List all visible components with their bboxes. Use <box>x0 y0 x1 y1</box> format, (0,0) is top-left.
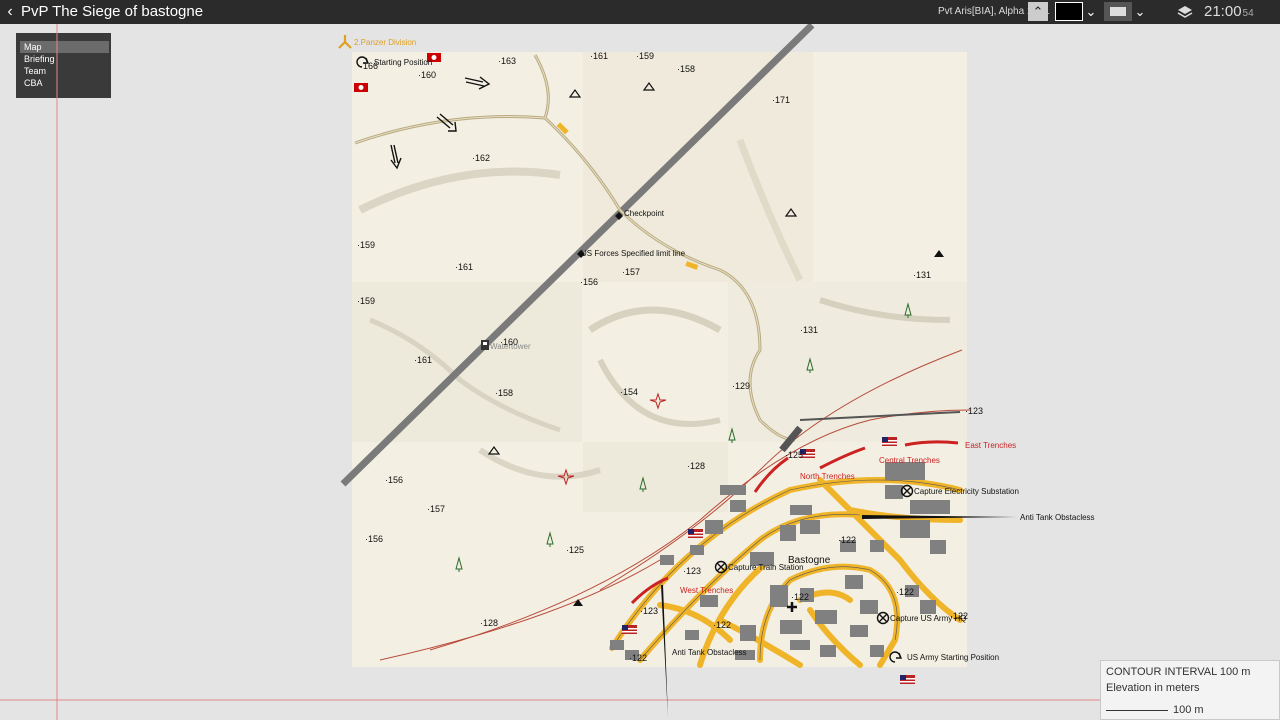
elevation-label: ·123 <box>640 606 658 616</box>
mission-title: PvP The Siege of bastogne <box>21 3 204 20</box>
elevation-label: ·159 <box>636 51 654 61</box>
elevation-label: ·122 <box>896 587 914 597</box>
elevation-label: ·122 <box>791 592 809 602</box>
elevation-label: ·125 <box>785 450 803 460</box>
elevation-label: ·157 <box>427 504 445 514</box>
elevation-label: ·131 <box>800 325 818 335</box>
elevation-label: ·161 <box>414 355 432 365</box>
us-flag-icon <box>882 437 897 446</box>
elevation-label: ·154 <box>620 387 638 397</box>
elevation-label: ·128 <box>687 461 705 471</box>
marker-west-trenches: West Trenches <box>680 586 733 595</box>
elevation-label: ·166 <box>360 61 378 71</box>
scale-label: 100 m <box>1173 704 1204 716</box>
elevation-label: ·162 <box>472 153 490 163</box>
chevron-up-icon: ⌃ <box>1032 4 1044 19</box>
map-legend: CONTOUR INTERVAL 100 m Elevation in mete… <box>1100 660 1280 720</box>
us-flag-icon <box>900 675 915 684</box>
marker-starting-position: Starting Position <box>374 58 432 67</box>
elevation-label: ·123 <box>965 406 983 416</box>
map-canvas[interactable]: 2.Panzer Division Starting Position Chec… <box>0 24 1280 720</box>
marker-anti-tank-south: Anti Tank Obstacless <box>672 648 747 657</box>
elevation-label: ·163 <box>498 56 516 66</box>
chevron-left-icon: ‹ <box>7 3 13 20</box>
german-flag-icon <box>354 83 368 92</box>
us-flag-icon <box>688 529 703 538</box>
group-up-button[interactable]: ⌃ <box>1028 2 1048 21</box>
elevation-label: ·156 <box>385 475 403 485</box>
marker-color-dropdown[interactable]: ⌄ <box>1084 2 1098 21</box>
elevation-label: ·122 <box>713 620 731 630</box>
elevation-label: ·159 <box>357 240 375 250</box>
unit-label: 2.Panzer Division <box>354 38 416 47</box>
elevation-label: ·160 <box>418 70 436 80</box>
chevron-down-icon: ⌄ <box>1134 4 1146 19</box>
top-bar: ‹ PvP The Siege of bastogne Pvt Aris[BIA… <box>0 0 1280 24</box>
elevation-label: ·125 <box>566 545 584 555</box>
us-flag-icon <box>622 625 637 634</box>
elevation-label: ·122 <box>629 653 647 663</box>
unit-marker: 2.Panzer Division <box>338 35 416 49</box>
elevation-label: ·123 <box>683 566 701 576</box>
panzer-division-icon <box>338 35 352 49</box>
elevation-label: ·158 <box>677 64 695 74</box>
elevation-label: ·161 <box>590 51 608 61</box>
marker-checkpoint: Checkpoint <box>624 209 665 218</box>
elevation-label: ·156 <box>580 277 598 287</box>
layers-icon <box>1177 6 1193 18</box>
elevation-label: ·122 <box>838 535 856 545</box>
contour-interval: CONTOUR INTERVAL 100 m <box>1106 666 1251 678</box>
marker-capture-electricity: Capture Electricity Substation <box>914 487 1019 496</box>
marker-north-trenches: North Trenches <box>800 472 855 481</box>
marker-us-start: US Army Starting Position <box>907 653 999 662</box>
chevron-down-icon: ⌄ <box>1085 4 1097 19</box>
marker-central-trenches: Central Trenches <box>879 456 940 465</box>
marker-type-swatch[interactable] <box>1104 2 1132 21</box>
elevation-label: ·161 <box>455 262 473 272</box>
elevation-label: ·160 <box>500 337 518 347</box>
marker-east-trenches: East Trenches <box>965 441 1016 450</box>
clock: 21:0054 <box>1204 3 1254 20</box>
elevation-label: ·159 <box>357 296 375 306</box>
elevation-label: ·158 <box>495 388 513 398</box>
elevation-label: ·128 <box>480 618 498 628</box>
marker-color-black-swatch[interactable] <box>1055 2 1083 21</box>
elevation-label: ·171 <box>772 95 790 105</box>
watertower-icon <box>481 340 489 350</box>
elevation-unit: Elevation in meters <box>1106 682 1200 694</box>
elevation-label: ·157 <box>622 267 640 277</box>
elevation-label: ·131 <box>913 270 931 280</box>
scale-bar <box>1106 710 1168 711</box>
marker-anti-tank-east: Anti Tank Obstacless <box>1020 513 1095 522</box>
back-button[interactable]: ‹ <box>2 0 18 24</box>
map-layers-button[interactable] <box>1174 2 1196 21</box>
town-label: Bastogne <box>788 555 831 566</box>
marker-type-dropdown[interactable]: ⌄ <box>1133 2 1147 21</box>
marker-us-limit-line: US Forces Specified limit line <box>581 249 686 258</box>
elevation-label: ·122 <box>950 611 968 621</box>
elevation-label: ·156 <box>365 534 383 544</box>
elevation-label: ·129 <box>732 381 750 391</box>
